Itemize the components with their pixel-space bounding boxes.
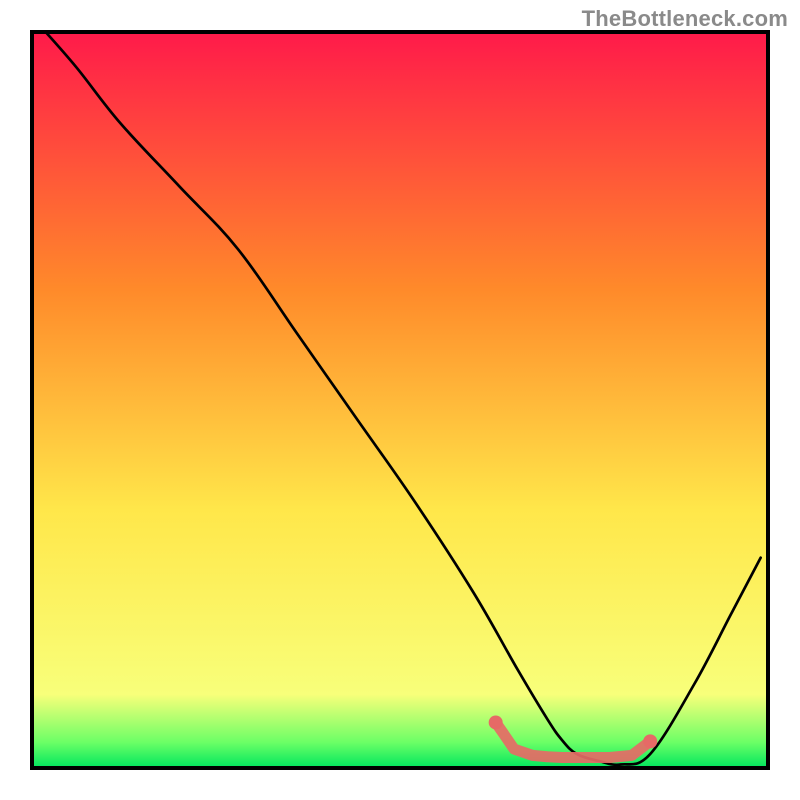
- attribution-text: TheBottleneck.com: [582, 6, 788, 32]
- gradient-background: [32, 32, 768, 768]
- bottleneck-chart: [0, 0, 800, 800]
- chart-container: TheBottleneck.com: [0, 0, 800, 800]
